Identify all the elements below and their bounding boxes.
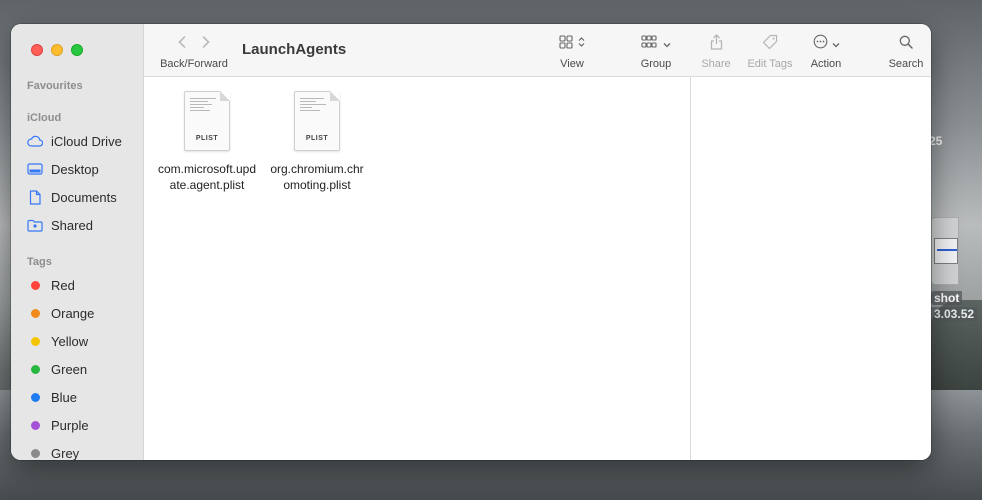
search-label: Search <box>888 58 924 70</box>
sidebar-item-icloud-drive[interactable]: iCloud Drive <box>27 129 122 153</box>
share-button[interactable]: Share <box>698 33 734 70</box>
desktop-partial-text: 25 <box>929 134 943 148</box>
sidebar-heading-tags[interactable]: Tags <box>27 256 52 268</box>
ellipsis-circle-icon <box>813 34 828 54</box>
finder-window: Favourites iCloud iCloud Drive Desktop D… <box>11 24 931 460</box>
minimize-window-button[interactable] <box>51 44 63 56</box>
tag-icon <box>762 34 778 55</box>
preview-pane <box>690 77 931 460</box>
sidebar-tag-green[interactable]: Green <box>27 357 87 381</box>
file-item[interactable]: PLIST org.chromium.chromoting.plist <box>267 91 367 193</box>
sidebar-item-label: Yellow <box>51 333 89 349</box>
tag-color-dot <box>30 336 40 346</box>
close-window-button[interactable] <box>31 44 43 56</box>
tag-color-dot <box>30 364 40 374</box>
chevron-updown-icon <box>578 35 585 53</box>
desktop-item-label[interactable]: shot <box>931 291 963 305</box>
tag-color-dot <box>30 448 40 458</box>
tag-color-dot <box>30 392 40 402</box>
document-icon <box>27 189 43 205</box>
sidebar-item-desktop[interactable]: Desktop <box>27 157 99 181</box>
chevron-down-icon <box>832 35 840 53</box>
sidebar-item-label: Documents <box>51 189 117 205</box>
view-button[interactable]: View <box>554 34 590 70</box>
view-label: View <box>560 58 584 70</box>
back-forward-control: Back/Forward <box>158 34 230 70</box>
file-item[interactable]: PLIST com.microsoft.update.agent.plist <box>157 91 257 193</box>
sidebar-tag-grey[interactable]: Grey <box>27 441 79 460</box>
desktop-icon <box>27 163 43 175</box>
cloud-icon <box>27 135 43 147</box>
share-icon <box>710 33 723 55</box>
sidebar-item-label: Green <box>51 361 88 377</box>
edit-tags-label: Edit Tags <box>747 58 793 70</box>
plist-file-icon: PLIST <box>184 91 230 151</box>
file-extension-label: PLIST <box>195 135 219 142</box>
action-button[interactable]: Action <box>808 34 844 70</box>
file-extension-label: PLIST <box>305 135 329 142</box>
edit-tags-button[interactable]: Edit Tags <box>744 34 796 70</box>
sidebar-item-documents[interactable]: Documents <box>27 185 117 209</box>
tag-color-dot <box>30 280 40 290</box>
window-controls <box>31 44 83 56</box>
desktop-screenshot-thumbnail[interactable] <box>931 217 959 285</box>
tag-color-dot <box>30 308 40 318</box>
sidebar-item-label: Blue <box>51 389 78 405</box>
sidebar-tag-yellow[interactable]: Yellow <box>27 329 88 353</box>
sidebar-item-label: Purple <box>51 417 89 433</box>
search-icon <box>899 35 913 54</box>
sidebar-heading-icloud[interactable]: iCloud <box>27 112 61 124</box>
group-grid-icon <box>641 35 657 53</box>
file-name[interactable]: org.chromium.chromoting.plist <box>267 161 367 193</box>
action-label: Action <box>810 58 842 70</box>
sidebar-item-label: Grey <box>51 445 80 461</box>
sidebar-tag-orange[interactable]: Orange <box>27 301 94 325</box>
toolbar: Back/Forward LaunchAgents View Group Sha… <box>144 24 931 77</box>
zoom-window-button[interactable] <box>71 44 83 56</box>
sidebar-item-label: Orange <box>51 305 95 321</box>
tag-color-dot <box>30 420 40 430</box>
sidebar-item-label: Red <box>51 277 75 293</box>
sidebar-item-label: Desktop <box>51 161 99 177</box>
plist-file-icon: PLIST <box>294 91 340 151</box>
sidebar-item-label: iCloud Drive <box>51 133 122 149</box>
sidebar-item-label: Shared <box>51 217 93 233</box>
back-forward-label: Back/Forward <box>160 58 228 70</box>
sidebar-heading-favourites[interactable]: Favourites <box>27 80 83 92</box>
grid-view-icon <box>559 34 573 54</box>
sidebar-item-shared[interactable]: Shared <box>27 213 93 237</box>
desktop-item-label-time[interactable]: 3.03.52 <box>931 307 978 321</box>
search-button[interactable]: Search <box>888 34 924 70</box>
shared-folder-icon <box>27 219 43 232</box>
chevron-left-icon[interactable] <box>178 35 186 53</box>
file-browser-area[interactable]: PLIST com.microsoft.update.agent.plist P… <box>144 77 690 460</box>
sidebar-tag-red[interactable]: Red <box>27 273 75 297</box>
group-label: Group <box>640 58 672 70</box>
sidebar-tag-blue[interactable]: Blue <box>27 385 77 409</box>
sidebar-tag-purple[interactable]: Purple <box>27 413 89 437</box>
group-button[interactable]: Group <box>638 34 674 70</box>
share-label: Share <box>701 58 731 70</box>
file-name[interactable]: com.microsoft.update.agent.plist <box>157 161 257 193</box>
chevron-right-icon[interactable] <box>202 35 210 53</box>
sidebar: Favourites iCloud iCloud Drive Desktop D… <box>11 24 144 460</box>
chevron-down-icon <box>663 35 671 53</box>
window-title: LaunchAgents <box>242 41 347 58</box>
